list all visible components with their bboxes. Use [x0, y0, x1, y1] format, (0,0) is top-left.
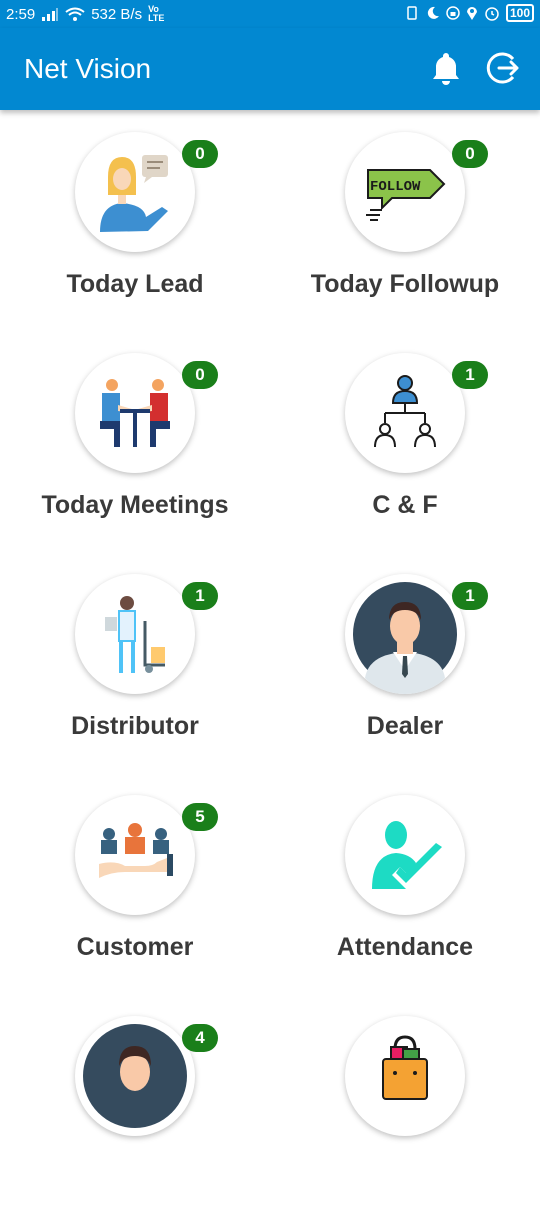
tile-dealer[interactable]: 1 Dealer: [270, 552, 540, 772]
volte-icon: Vo LTE: [148, 4, 165, 23]
tile-count-badge: 1: [182, 582, 218, 610]
app-bar: Net Vision: [0, 28, 540, 110]
status-time: 2:59: [6, 5, 36, 23]
moon-icon: [427, 6, 439, 19]
tile-circle: [75, 132, 195, 252]
distributor-icon: [105, 596, 165, 673]
tile-label: Today Followup: [310, 270, 500, 298]
hierarchy-icon: [374, 375, 436, 448]
tile-count-badge: 1: [452, 361, 488, 389]
tile-count-badge: 0: [182, 361, 218, 389]
tile-count-badge: 0: [182, 140, 218, 168]
alarm-icon: [485, 7, 499, 21]
meeting-icon: [100, 379, 170, 447]
tile-label: Distributor: [71, 712, 199, 740]
battery-icon: 100: [505, 4, 534, 22]
lead-icon: [100, 155, 168, 232]
shopping-bag-icon: [382, 1035, 428, 1100]
follow-icon: FOLLOW: [366, 169, 446, 221]
tile-label: Dealer: [366, 712, 444, 740]
tile-today-followup[interactable]: FOLLOW 0 Today Followup: [270, 110, 540, 330]
tile-count-badge: 0: [452, 140, 488, 168]
tile-distributor[interactable]: 1 Distributor: [0, 552, 270, 772]
logout-icon[interactable]: [485, 50, 521, 86]
tile-label: C & F: [372, 491, 438, 519]
tile-label: Customer: [76, 933, 194, 961]
lock-icon: [446, 6, 460, 20]
tile-circle: FOLLOW: [345, 132, 465, 252]
tile-label: Today Meetings: [41, 491, 229, 519]
tile-count-badge: 4: [182, 1024, 218, 1052]
location-icon: [466, 7, 477, 20]
tile-circle: [75, 574, 195, 694]
tile-circle: [345, 1016, 465, 1136]
tile-today-lead[interactable]: 0 Today Lead: [0, 110, 270, 330]
status-bar: 2:59 532 B/s Vo LTE 100: [0, 0, 540, 28]
tile-person[interactable]: 4: [0, 994, 270, 1214]
follow-sign-text: FOLLOW: [370, 179, 421, 195]
wifi-icon: [65, 7, 85, 21]
tile-today-meetings[interactable]: 0 Today Meetings: [0, 331, 270, 551]
tile-label: Attendance: [336, 933, 474, 961]
app-title: Net Vision: [24, 53, 152, 84]
tile-circle: [345, 795, 465, 915]
tile-customer[interactable]: 5 Customer: [0, 773, 270, 993]
bell-icon[interactable]: [428, 50, 464, 86]
network-speed: 532 B/s: [91, 5, 143, 23]
tile-shopping[interactable]: [270, 994, 540, 1214]
attendance-icon: [372, 821, 442, 889]
tile-count-badge: 1: [452, 582, 488, 610]
dealer-icon: [353, 582, 457, 694]
tile-circle: [75, 353, 195, 473]
vibrate-icon: [407, 6, 417, 20]
tile-circle: [345, 574, 465, 694]
tile-circle: [75, 1016, 195, 1136]
tile-attendance[interactable]: Attendance: [270, 773, 540, 993]
customer-icon: [99, 823, 173, 878]
tile-count-badge: 5: [182, 803, 218, 831]
signal-icon: [42, 8, 59, 21]
tile-label: Today Lead: [66, 270, 204, 298]
tile-circle: [75, 795, 195, 915]
tile-c-and-f[interactable]: 1 C & F: [270, 331, 540, 551]
tile-circle: [345, 353, 465, 473]
person-icon: [83, 1024, 187, 1128]
